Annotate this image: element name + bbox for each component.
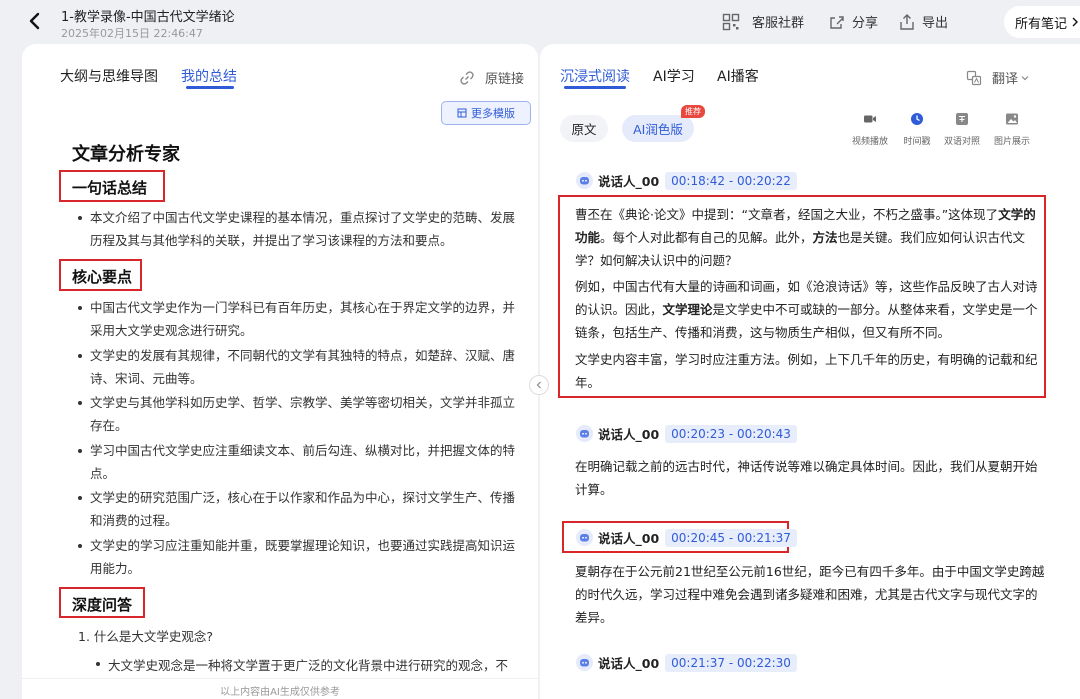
- tool-label: 视频播放: [851, 137, 888, 147]
- transcript-paragraph: 夏朝存在于公元前21世纪至公元前16世纪，距今已有四千多年。由于中国文学史跨越的…: [575, 564, 1045, 625]
- reading-panel: 沉浸式阅读 AI学习 AI播客 翻译 原文 AI润色版 推荐 视频播放 时间戳 …: [540, 44, 1080, 699]
- transcript-paragraph: 在明确记载之前的远古时代，神话传说等难以确定具体时间。因此，我们从夏朝开始计算。: [575, 459, 1038, 497]
- clock-icon: [911, 113, 923, 125]
- image-icon: [1006, 113, 1018, 125]
- original-link-label: 原链接: [485, 72, 525, 87]
- qr-grid-icon: [722, 13, 740, 30]
- share-label: 分享: [852, 16, 879, 31]
- speaker-avatar: [576, 425, 593, 442]
- section-title-summary: 一句话总结: [72, 179, 148, 197]
- list-item: 学习中国古代文学史应注重细读文本、前后勾连、纵横对比，并把握文体的特点。: [78, 439, 518, 485]
- more-templates-label: 更多模版: [471, 107, 515, 120]
- chevron-left-icon: [536, 381, 541, 389]
- share-icon: [830, 15, 844, 29]
- tab-outline-mindmap[interactable]: 大纲与思维导图: [60, 66, 158, 86]
- robot-avatar-icon: [580, 177, 589, 185]
- speaker-name: 说话人_00: [598, 656, 660, 671]
- list-item: 文学史的学习应注重知能并重，既要掌握理论知识，也要通过实践提高知识运用能力。: [78, 534, 518, 580]
- transcript-paragraph: 例如，中国古代有大量的诗画和词画，如《沧浪诗话》等，这些作品反映了古人对诗的认识…: [575, 279, 1038, 340]
- speaker-header: 说话人_00 00:20:23 - 00:20:43: [576, 424, 797, 443]
- key-points-list: 中国古代文学史作为一门学科已有百年历史，其核心在于界定文学的边界，并采用大文学史…: [78, 296, 518, 581]
- export-icon: [900, 13, 914, 30]
- translate-button[interactable]: 翻译: [966, 68, 1029, 87]
- export-button[interactable]: 导出: [898, 12, 948, 31]
- summary-list: 本文介绍了中国古代文学史课程的基本情况，重点探讨了文学史的范畴、发展历程及其与其…: [78, 206, 518, 254]
- all-notes-button[interactable]: 所有笔记: [1004, 6, 1080, 38]
- tool-label: 图片展示: [993, 137, 1030, 147]
- chevron-left-icon: [29, 12, 40, 30]
- tool-label: 双语对照: [943, 137, 980, 147]
- page-timestamp: 2025年02月15日 22:46:47: [61, 27, 203, 40]
- section-title-qa: 深度问答: [72, 596, 133, 614]
- robot-avatar-icon: [580, 659, 589, 667]
- section-title-key-points: 核心要点: [72, 268, 133, 286]
- ai-disclaimer: 以上内容由AI生成仅供参考: [220, 687, 340, 698]
- timestamp-tool[interactable]: 时间戳: [892, 112, 942, 148]
- tab-ai-learning[interactable]: AI学习: [653, 66, 695, 86]
- speaker-avatar: [576, 172, 593, 189]
- video-icon: [864, 115, 876, 123]
- bilingual-tool[interactable]: 双语对照: [937, 112, 987, 148]
- back-button[interactable]: [24, 10, 46, 32]
- active-tab-indicator: [564, 86, 626, 89]
- video-playback-tool[interactable]: 视频播放: [845, 112, 895, 148]
- speaker-name: 说话人_00: [598, 531, 660, 546]
- chevron-down-icon: [1021, 75, 1029, 80]
- speaker-avatar: [576, 654, 593, 671]
- speaker-header: 说话人_00 00:20:45 - 00:21:37: [576, 528, 797, 547]
- list-item: 文学史与其他学科如历史学、哲学、宗教学、美学等密切相关，文学并非孤立存在。: [78, 391, 518, 437]
- view-ai-polished-button[interactable]: AI润色版: [622, 115, 694, 142]
- tool-label: 时间戳: [903, 137, 931, 147]
- robot-avatar-icon: [580, 534, 589, 542]
- active-tab-indicator: [186, 86, 234, 89]
- tab-ai-podcast[interactable]: AI播客: [717, 66, 759, 86]
- speaker-name: 说话人_00: [598, 427, 660, 442]
- tab-my-summary[interactable]: 我的总结: [181, 66, 237, 86]
- share-button[interactable]: 分享: [828, 12, 878, 31]
- translate-label: 翻译: [992, 72, 1019, 87]
- qa-answer: 大文学史观念是一种将文学置于更广泛的文化背景中进行研究的观念，不: [96, 655, 526, 674]
- list-item: 本文介绍了中国古代文学史课程的基本情况，重点探讨了文学史的范畴、发展历程及其与其…: [78, 206, 518, 252]
- chevron-right-icon: [1072, 17, 1079, 27]
- speaker-header: 说话人_00 00:18:42 - 00:20:22: [576, 171, 797, 190]
- image-display-tool[interactable]: 图片展示: [987, 112, 1037, 148]
- speaker-header: 说话人_00 00:21:37 - 00:22:30: [576, 653, 797, 672]
- list-item: 中国古代文学史作为一门学科已有百年历史，其核心在于界定文学的边界，并采用大文学史…: [78, 296, 518, 342]
- doc-title: 文章分析专家: [72, 144, 180, 165]
- segment-timestamp[interactable]: 00:21:37 - 00:22:30: [665, 653, 797, 672]
- robot-avatar-icon: [580, 430, 589, 438]
- more-templates-button[interactable]: 更多模版: [441, 101, 531, 125]
- tab-immersive-reading[interactable]: 沉浸式阅读: [560, 66, 630, 86]
- transcript-paragraph: 曹丕在《典论·论文》中提到：“文章者，经国之大业，不朽之盛事。”这体现了文学的功…: [575, 207, 1036, 268]
- segment-timestamp[interactable]: 00:20:23 - 00:20:43: [665, 424, 797, 443]
- qa-question: 1. 什么是大文学史观念?: [78, 629, 214, 644]
- template-icon: [457, 108, 467, 118]
- original-link-button[interactable]: 原链接: [459, 68, 524, 87]
- speaker-avatar: [576, 529, 593, 546]
- link-icon: [460, 70, 474, 85]
- list-item: 文学史的发展有其规律，不同朝代的文学有其独特的特点，如楚辞、汉赋、唐诗、宋词、元…: [78, 344, 518, 390]
- summary-panel: 大纲与思维导图 我的总结 原链接 更多模版 文章分析专家 一句话总结 本文介绍了…: [22, 44, 538, 699]
- recommend-badge: 推荐: [681, 105, 705, 118]
- community-label: 客服社群: [752, 16, 805, 31]
- speaker-name: 说话人_00: [598, 174, 660, 189]
- page-title: 1-教学录像-中国古代文学绪论: [61, 10, 235, 25]
- export-label: 导出: [922, 16, 949, 31]
- all-notes-label: 所有笔记: [1015, 16, 1068, 32]
- transcript-paragraph: 文学史内容丰富，学习时应注重方法。例如，上下几千年的历史，有明确的记载和纪年。: [575, 352, 1038, 390]
- disclaimer-bar: 以上内容由AI生成仅供参考: [22, 678, 538, 699]
- top-bar: 1-教学录像-中国古代文学绪论 2025年02月15日 22:46:47 客服社…: [0, 0, 1080, 44]
- community-button[interactable]: 客服社群: [722, 12, 804, 31]
- segment-timestamp[interactable]: 00:18:42 - 00:20:22: [665, 171, 797, 190]
- segment-timestamp[interactable]: 00:20:45 - 00:21:37: [665, 528, 797, 547]
- translate-icon: [966, 70, 982, 85]
- collapse-panel-button[interactable]: [529, 375, 549, 395]
- list-item: 文学史的研究范围广泛，核心在于以作家和作品为中心，探讨文学生产、传播和消费的过程…: [78, 486, 518, 532]
- view-original-button[interactable]: 原文: [560, 115, 608, 142]
- bilingual-icon: [956, 113, 968, 125]
